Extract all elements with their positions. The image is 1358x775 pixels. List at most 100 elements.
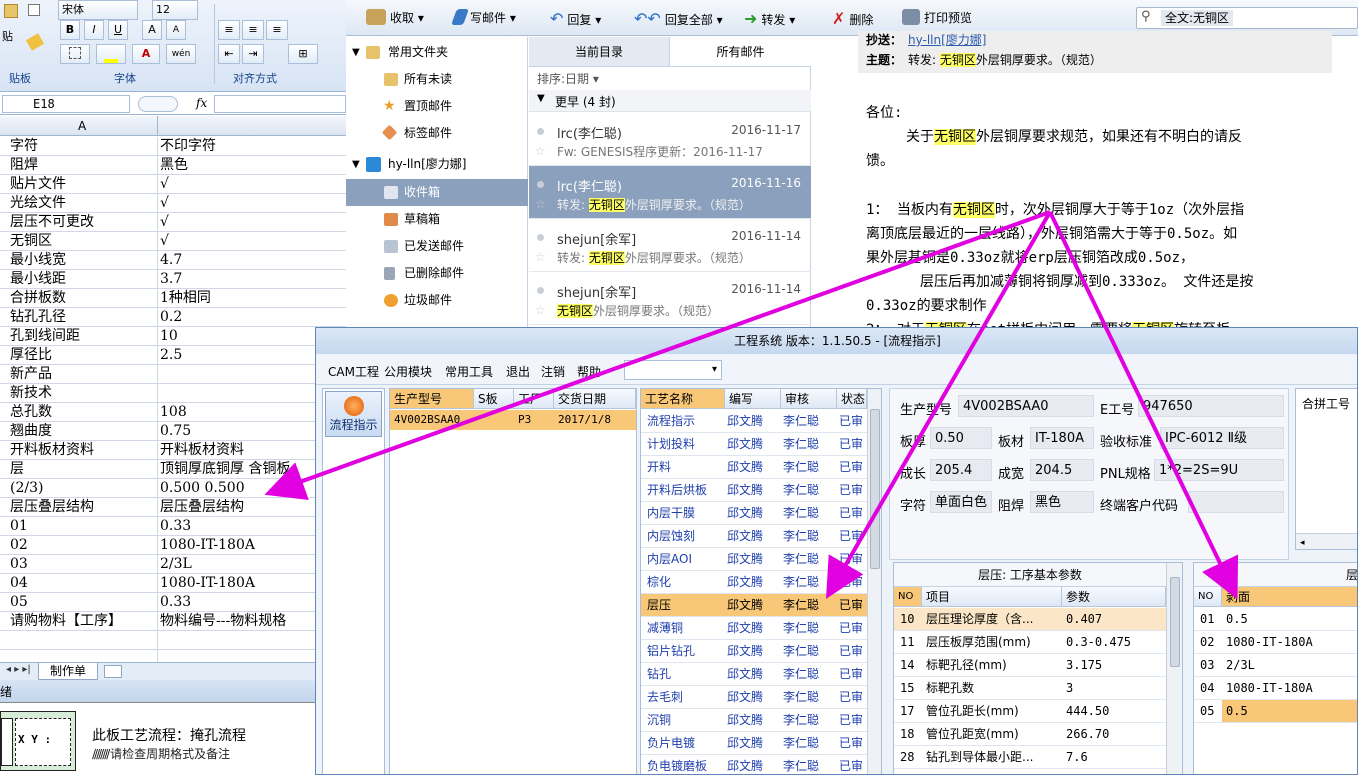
product-row[interactable]: 4V002BSAA0 P3 2017/1/8: [390, 410, 636, 430]
table-row[interactable]: 孔到线间距 10: [0, 327, 346, 346]
mail-item[interactable]: ☆ lrc(李仁聪) 2016-11-16 转发: 无铜区外层铜厚要求。（规范）: [529, 166, 811, 219]
col-status[interactable]: 状态: [837, 389, 867, 409]
col-process[interactable]: 工艺名称: [641, 389, 725, 409]
paste-icon[interactable]: [4, 4, 18, 18]
mask-field[interactable]: 黑色: [1030, 491, 1094, 513]
folder-junk[interactable]: 垃圾邮件: [346, 287, 528, 314]
table-row[interactable]: 合拼板数 1种相同: [0, 289, 346, 308]
table-row[interactable]: 最小线宽 4.7: [0, 251, 346, 270]
name-box[interactable]: E18: [2, 95, 130, 113]
folder-sent[interactable]: 已发送邮件: [346, 233, 528, 260]
table-row[interactable]: 请购物料【工序】 物料编号---物料规格: [0, 612, 346, 631]
menu-exit[interactable]: 退出: [506, 363, 530, 380]
folder-inbox[interactable]: 收件箱: [346, 179, 528, 206]
params-col-value[interactable]: 参数: [1062, 587, 1166, 607]
table-row[interactable]: 层顶铜厚底铜厚 含铜板: [0, 460, 346, 479]
grow-font-button[interactable]: A: [142, 20, 162, 40]
process-row[interactable]: 开料 邱文腾 李仁聪 已审: [641, 456, 881, 479]
model-field[interactable]: 4V002BSAA0: [958, 395, 1094, 417]
sort-dropdown[interactable]: 排序:日期 ▾: [537, 70, 599, 87]
table-row[interactable]: 01 0.33: [0, 517, 346, 536]
star-icon[interactable]: ☆: [535, 303, 546, 317]
folder-all-unread[interactable]: 所有未读: [346, 66, 528, 93]
mail-group-header[interactable]: ▼ 更早 (4 封): [529, 90, 811, 112]
layer-row[interactable]: 01 0.5: [1194, 608, 1357, 631]
layer-row[interactable]: 02 1080-IT-180A: [1194, 631, 1357, 654]
copy-icon[interactable]: [28, 4, 40, 16]
table-row[interactable]: 05 0.33: [0, 593, 346, 612]
menu-help[interactable]: 帮助: [577, 363, 601, 380]
process-row[interactable]: 钻孔 邱文腾 李仁聪 已审: [641, 663, 881, 686]
col-factory[interactable]: 工厂: [514, 389, 554, 409]
width-field[interactable]: 204.5: [1030, 459, 1094, 481]
underline-button[interactable]: U: [108, 20, 128, 40]
font-size-select[interactable]: 12: [152, 0, 198, 20]
flow-instruction-button[interactable]: 流程指示: [325, 391, 382, 437]
tab-all-mail[interactable]: 所有邮件: [669, 37, 811, 67]
param-row[interactable]: 10 层压理论厚度（含... 0.407: [894, 608, 1166, 631]
param-row[interactable]: 17 管位孔距长(mm) 444.50: [894, 700, 1166, 723]
table-row[interactable]: 光绘文件 √: [0, 194, 346, 213]
character-field[interactable]: 单面白色: [930, 491, 992, 513]
process-row[interactable]: 负电镀磨板 邱文腾 李仁聪 已审: [641, 755, 881, 774]
table-row[interactable]: 层压不可更改 √: [0, 213, 346, 232]
table-row[interactable]: 翘曲度 0.75: [0, 422, 346, 441]
reply-button[interactable]: ↶ 回复 ▾: [550, 9, 601, 28]
layer-row[interactable]: 03 2/3L: [1194, 654, 1357, 677]
table-row[interactable]: (2/3) 0.500 0.500: [0, 479, 346, 498]
format-painter-icon[interactable]: [25, 33, 45, 51]
param-row[interactable]: 14 标靶孔径(mm) 3.175: [894, 654, 1166, 677]
table-row[interactable]: 04 1080-IT-180A: [0, 574, 346, 593]
param-row[interactable]: 28 钻孔到导体最小距... 7.6: [894, 746, 1166, 769]
menu-common-module[interactable]: 公用模块: [384, 363, 432, 380]
process-row[interactable]: 减薄铜 邱文腾 李仁聪 已审: [641, 617, 881, 640]
col-writer[interactable]: 编写: [725, 389, 781, 409]
layer-col-surface[interactable]: 剥面: [1222, 587, 1357, 607]
table-row[interactable]: 厚径比 2.5: [0, 346, 346, 365]
forward-button[interactable]: ➜ 转发 ▾: [744, 9, 795, 28]
star-icon[interactable]: ☆: [535, 197, 546, 211]
print-preview-button[interactable]: 打印预览: [902, 9, 972, 26]
layer-col-no[interactable]: NO: [1194, 587, 1222, 607]
reply-all-button[interactable]: ↶↶ 回复全部 ▾: [634, 9, 723, 28]
align-left-button[interactable]: ≡: [218, 20, 240, 40]
process-row[interactable]: 内层干膜 邱文腾 李仁聪 已审: [641, 502, 881, 525]
table-row[interactable]: 层压叠层结构 层压叠层结构: [0, 498, 346, 517]
formula-expand-button[interactable]: [138, 96, 178, 112]
layer-row[interactable]: 05 0.5: [1194, 700, 1357, 723]
menu-dropdown[interactable]: ▾: [624, 360, 722, 380]
formula-input[interactable]: [214, 95, 346, 113]
fx-icon[interactable]: fx: [196, 96, 207, 110]
table-row[interactable]: 新技术: [0, 384, 346, 403]
merge-hscroll[interactable]: ◂: [1296, 533, 1357, 549]
search-input[interactable]: ⚲ 全文:无铜区: [1136, 7, 1358, 29]
receive-button[interactable]: 收取 ▾: [366, 9, 424, 26]
process-row[interactable]: 开料后烘板 邱文腾 李仁聪 已审: [641, 479, 881, 502]
font-name-select[interactable]: 宋体: [58, 0, 138, 20]
menu-cam[interactable]: CAM工程: [328, 363, 379, 380]
scroll-thumb[interactable]: [870, 409, 880, 569]
param-row[interactable]: 15 标靶孔数 3: [894, 677, 1166, 700]
align-center-button[interactable]: ≡: [242, 20, 264, 40]
mail-item[interactable]: ☆ lrc(李仁聪) 2016-11-17 Fw: GENESIS程序更新：2016-…: [529, 113, 811, 166]
write-button[interactable]: 写邮件 ▾: [451, 9, 516, 26]
table-row[interactable]: 最小线距 3.7: [0, 270, 346, 289]
indent-inc-button[interactable]: ⇥: [242, 44, 264, 64]
process-row[interactable]: 棕化 邱文腾 李仁聪 已审: [641, 571, 881, 594]
fill-color-button[interactable]: [96, 44, 126, 64]
sheet-tab-zuodan[interactable]: 制作单: [38, 663, 98, 680]
layer-row[interactable]: 04 1080-IT-180A: [1194, 677, 1357, 700]
font-color-button[interactable]: A: [132, 44, 160, 64]
table-row[interactable]: 阻焊 黑色: [0, 156, 346, 175]
new-sheet-icon[interactable]: [104, 665, 122, 678]
folder-pinned[interactable]: ★ 置顶邮件: [346, 93, 528, 120]
bold-button[interactable]: B: [60, 20, 80, 40]
table-row[interactable]: 无铜区 √: [0, 232, 346, 251]
sheet-nav-icon[interactable]: ◂ ▸ ▸|: [6, 664, 31, 675]
folder-drafts[interactable]: 草稿箱: [346, 206, 528, 233]
param-row[interactable]: 11 层压板厚范围(mm) 0.3-0.475: [894, 631, 1166, 654]
params-col-item[interactable]: 项目: [922, 587, 1062, 607]
phonetic-button[interactable]: wén: [166, 44, 196, 64]
star-icon[interactable]: ☆: [535, 144, 546, 158]
table-row[interactable]: 02 1080-IT-180A: [0, 536, 346, 555]
